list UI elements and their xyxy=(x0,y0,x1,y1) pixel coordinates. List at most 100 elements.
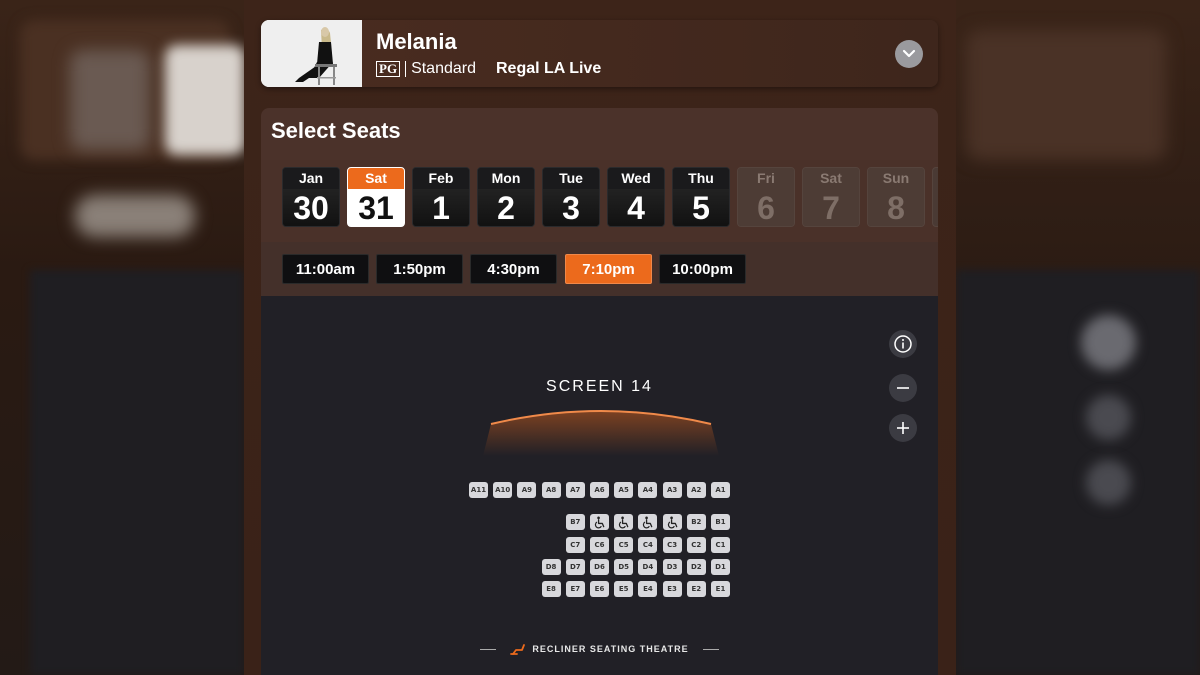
seat[interactable]: E1 xyxy=(711,581,730,597)
date-day-of-week: Sun xyxy=(868,168,924,189)
wheelchair-seat[interactable] xyxy=(662,514,682,530)
seat[interactable]: E2 xyxy=(686,581,706,597)
seat[interactable]: D8 xyxy=(541,559,561,575)
date-day-number: 2 xyxy=(478,189,534,226)
seat[interactable]: A1 xyxy=(711,482,730,498)
seat[interactable]: C6 xyxy=(590,537,609,553)
seat[interactable]: A10 xyxy=(493,482,513,498)
seat[interactable]: E8 xyxy=(541,581,561,597)
divider xyxy=(480,648,497,650)
seat[interactable]: E7 xyxy=(565,581,585,597)
seat[interactable]: C1 xyxy=(711,537,730,553)
seat[interactable]: A11 xyxy=(469,482,488,498)
showtime-button[interactable]: 4:30pm xyxy=(470,254,557,284)
date-day-number: 4 xyxy=(608,189,664,226)
seat[interactable]: A6 xyxy=(590,482,609,498)
date-tile[interactable]: Jan 30 xyxy=(282,167,340,227)
showtime-button[interactable]: 11:00am xyxy=(282,254,369,284)
showtime-button[interactable]: 7:10pm xyxy=(565,254,652,284)
seat[interactable]: D5 xyxy=(614,559,634,575)
chevron-down-icon xyxy=(902,49,916,58)
wheelchair-seat[interactable] xyxy=(614,514,634,530)
seat[interactable]: D4 xyxy=(638,559,658,575)
date-picker: Jan 30 Sat 31 Feb 1 Mon 2 Tue 3 Wed 4 Thu 5 Fri 6 Sat 7 Su… xyxy=(261,160,938,242)
seat[interactable]: C3 xyxy=(662,537,682,553)
wheelchair-seat[interactable] xyxy=(638,514,658,530)
seat[interactable]: D2 xyxy=(686,559,706,575)
date-tile: Sun 8 xyxy=(867,167,925,227)
seat[interactable]: C2 xyxy=(686,537,706,553)
seat[interactable]: B1 xyxy=(711,514,730,530)
movie-card[interactable]: Melania PG Standard Regal LA Live xyxy=(261,20,938,87)
date-tile[interactable]: Mon 2 xyxy=(477,167,535,227)
background-right xyxy=(956,0,1200,675)
seat[interactable]: A9 xyxy=(517,482,537,498)
date-day-number: 30 xyxy=(283,189,339,226)
seat[interactable]: C4 xyxy=(638,537,658,553)
screen-arc xyxy=(483,410,719,456)
wheelchair-seat[interactable] xyxy=(590,514,609,530)
seat[interactable]: A5 xyxy=(614,482,634,498)
seat-selection-modal: Melania PG Standard Regal LA Live Select… xyxy=(244,0,956,675)
select-seats-panel: Select Seats Jan 30 Sat 31 Feb 1 Mon 2 Tue 3 Wed 4 T… xyxy=(261,108,938,675)
seat[interactable]: B7 xyxy=(565,514,585,530)
date-day-of-week: Feb xyxy=(413,168,469,189)
date-tile-partial xyxy=(932,167,938,227)
theatre-name: Regal LA Live xyxy=(496,60,602,77)
seat[interactable]: D3 xyxy=(662,559,682,575)
date-tile[interactable]: Thu 5 xyxy=(672,167,730,227)
seat[interactable]: A7 xyxy=(565,482,585,498)
seat[interactable]: E4 xyxy=(638,581,658,597)
date-day-number: 5 xyxy=(673,189,729,226)
seat[interactable]: A3 xyxy=(662,482,682,498)
showtime-picker: 11:00am 1:50pm 4:30pm 7:10pm 10:00pm xyxy=(261,242,938,296)
info-icon xyxy=(894,335,912,353)
date-day-of-week: Sat xyxy=(803,168,859,189)
date-day-number: 1 xyxy=(413,189,469,226)
date-day-number: 8 xyxy=(868,189,924,226)
divider xyxy=(702,648,719,650)
date-tile[interactable]: Tue 3 xyxy=(542,167,600,227)
seat[interactable]: A8 xyxy=(541,482,561,498)
seat[interactable]: C5 xyxy=(614,537,634,553)
date-tile[interactable]: Wed 4 xyxy=(607,167,665,227)
wheelchair-icon xyxy=(619,516,629,528)
recliner-icon xyxy=(510,644,526,655)
date-day-of-week: Wed xyxy=(608,168,664,189)
seating-type-label: RECLINER SEATING THEATRE xyxy=(261,641,938,657)
expand-button[interactable] xyxy=(895,40,923,68)
movie-info-row: PG Standard Regal LA Live xyxy=(376,60,601,78)
showtime-button[interactable]: 1:50pm xyxy=(376,254,463,284)
seat[interactable]: D1 xyxy=(711,559,730,575)
screen-label: SCREEN 14 xyxy=(546,378,653,395)
info-button[interactable] xyxy=(889,330,917,358)
seat[interactable]: B2 xyxy=(686,514,706,530)
zoom-in-button[interactable] xyxy=(889,414,917,442)
seat-map[interactable]: SCREEN 14 A11 A10 A9 A8 A7 A6 A5 A4 A3 A2 A1 B7 B2 B1… xyxy=(261,296,938,675)
date-tile[interactable]: Sat 31 xyxy=(347,167,405,227)
seat[interactable]: A2 xyxy=(686,482,706,498)
seat[interactable]: D6 xyxy=(590,559,609,575)
seat[interactable]: E5 xyxy=(614,581,634,597)
date-day-of-week: Thu xyxy=(673,168,729,189)
date-day-number: 3 xyxy=(543,189,599,226)
date-day-of-week: Jan xyxy=(283,168,339,189)
wheelchair-icon xyxy=(594,516,605,528)
movie-title: Melania xyxy=(376,29,457,54)
seat[interactable]: E3 xyxy=(662,581,682,597)
seat[interactable]: C7 xyxy=(565,537,585,553)
seat[interactable]: A4 xyxy=(638,482,658,498)
wheelchair-icon xyxy=(667,516,677,528)
date-day-of-week: Fri xyxy=(738,168,794,189)
movie-poster xyxy=(261,20,362,87)
date-tile[interactable]: Feb 1 xyxy=(412,167,470,227)
seat[interactable]: D7 xyxy=(565,559,585,575)
date-day-of-week: Mon xyxy=(478,168,534,189)
rating-badge: PG xyxy=(376,61,401,77)
date-day-number: 31 xyxy=(348,189,404,226)
divider xyxy=(405,61,407,77)
showtime-button[interactable]: 10:00pm xyxy=(659,254,746,284)
date-day-number: 6 xyxy=(738,189,794,226)
date-day-of-week: Tue xyxy=(543,168,599,189)
seat[interactable]: E6 xyxy=(590,581,609,597)
